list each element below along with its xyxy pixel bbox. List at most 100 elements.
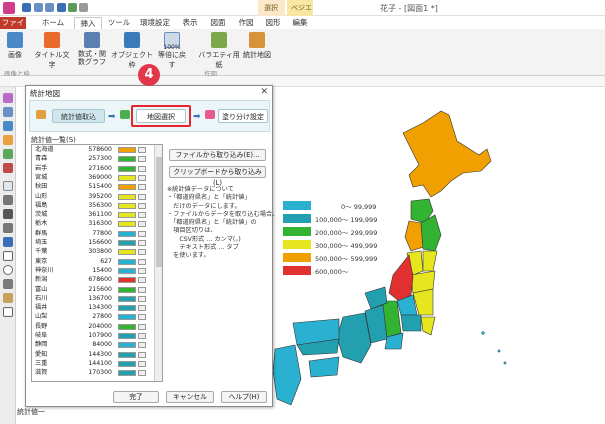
file-import-button[interactable]: ファイルから取り込み(E)... [169, 149, 266, 161]
close-icon[interactable]: ✕ [260, 87, 268, 97]
ok-button[interactable]: 完了 [113, 391, 159, 403]
list-item[interactable]: 福島 356300 [32, 202, 154, 210]
list-item[interactable]: 北海道 578600 [32, 146, 154, 154]
color-picker-button[interactable] [138, 314, 146, 321]
parts-icon[interactable] [3, 135, 13, 145]
list-item[interactable]: 千葉 303800 [32, 248, 154, 256]
color-picker-button[interactable] [138, 221, 146, 228]
list-item[interactable]: 茨城 361100 [32, 211, 154, 219]
tab-shape[interactable]: 図形 [262, 17, 284, 29]
new-icon[interactable] [57, 3, 66, 12]
list-item[interactable]: 富山 215600 [32, 286, 154, 294]
list-item[interactable]: 長野 204000 [32, 323, 154, 331]
statistical-map-button[interactable]: 統計地図 [242, 32, 272, 60]
color-picker-button[interactable] [138, 184, 146, 191]
text-tool-icon[interactable] [3, 209, 13, 219]
eyedropper-icon[interactable] [3, 279, 13, 289]
variety-paper-button[interactable]: バラエティ用紙 [198, 32, 240, 70]
color-picker-button[interactable] [138, 286, 146, 293]
step-import-button[interactable]: 統計値取込 [52, 109, 105, 123]
tab-home[interactable]: ホーム [36, 17, 70, 29]
color-picker-button[interactable] [138, 295, 146, 302]
step-classify-button[interactable]: 塗り分け設定 [218, 109, 268, 123]
title-text-button[interactable]: タイトル文字 [32, 32, 72, 70]
list-scrollbar[interactable] [154, 145, 162, 381]
customize-icon[interactable] [79, 3, 88, 12]
color-picker-button[interactable] [138, 165, 146, 172]
list-item[interactable]: 岐阜 107900 [32, 332, 154, 340]
line-tool-icon[interactable] [3, 237, 13, 247]
color-picker-button[interactable] [138, 277, 146, 284]
pen-tool-icon[interactable] [3, 223, 13, 233]
shape-icon[interactable] [3, 107, 13, 117]
undo-icon[interactable] [34, 3, 43, 12]
formula-graph-button[interactable]: 数式・関数グラフ [76, 32, 108, 66]
color-picker-button[interactable] [138, 212, 146, 219]
clipboard-import-button[interactable]: クリップボードから取り込み(L) [169, 166, 266, 187]
color-picker-button[interactable] [138, 249, 146, 256]
select-tool-icon[interactable] [3, 181, 13, 191]
color-picker-button[interactable] [138, 267, 146, 274]
rect-tool-icon[interactable] [3, 251, 13, 261]
tab-tools[interactable]: ツール [105, 17, 133, 29]
step-select-map-button[interactable]: 地図選択 [136, 109, 186, 123]
color-picker-button[interactable] [138, 333, 146, 339]
tab-draw[interactable]: 作図 [234, 17, 258, 29]
open-icon[interactable] [68, 3, 77, 12]
color-picker-button[interactable] [138, 360, 146, 367]
reset-scale-button[interactable]: 等倍に戻す [156, 32, 188, 70]
list-item[interactable]: 神奈川 15400 [32, 267, 154, 275]
list-item[interactable]: 新潟 678600 [32, 276, 154, 284]
list-item[interactable]: 山梨 27800 [32, 313, 154, 321]
ellipse-tool-icon[interactable] [3, 265, 13, 275]
stats-list[interactable]: 北海道 578600 青森 257300 岩手 271600 宮城 369000 秋田 51540… [31, 144, 163, 382]
save-icon[interactable] [22, 3, 31, 12]
color-picker-button[interactable] [138, 156, 146, 163]
color-picker-button[interactable] [138, 305, 146, 312]
color-picker-button[interactable] [138, 258, 146, 265]
list-item[interactable]: 埼玉 156600 [32, 239, 154, 247]
list-item[interactable]: 山形 395200 [32, 193, 154, 201]
redo-icon[interactable] [45, 3, 54, 12]
color-picker-button[interactable] [138, 323, 146, 330]
color-picker-button[interactable] [138, 370, 146, 377]
color-picker-button[interactable] [138, 202, 146, 209]
cancel-button[interactable]: キャンセル [166, 391, 214, 403]
color-picker-button[interactable] [138, 240, 146, 246]
scrollbar-thumb[interactable] [156, 157, 162, 267]
list-item[interactable]: 宮城 369000 [32, 174, 154, 182]
color-picker-button[interactable] [138, 230, 146, 237]
color-picker-button[interactable] [138, 193, 146, 200]
list-item[interactable]: 愛知 144300 [32, 351, 154, 359]
list-item[interactable]: 岩手 271600 [32, 165, 154, 173]
tab-insert[interactable]: 挿入 [74, 17, 102, 29]
clip-icon[interactable] [3, 121, 13, 131]
list-item[interactable]: 静岡 84000 [32, 341, 154, 349]
list-item[interactable]: 三重 144100 [32, 360, 154, 368]
list-item[interactable]: 青森 257300 [32, 155, 154, 163]
color-picker-button[interactable] [138, 174, 146, 181]
list-item[interactable]: 秋田 515400 [32, 183, 154, 191]
color-picker-button[interactable] [138, 342, 146, 349]
template-icon[interactable] [3, 149, 13, 159]
color-picker-button[interactable] [138, 351, 146, 358]
list-item[interactable]: 滋賀 170300 [32, 369, 154, 377]
tab-drawing[interactable]: 図面 [206, 17, 230, 29]
list-item[interactable]: 群馬 77800 [32, 230, 154, 238]
list-item[interactable]: 石川 136700 [32, 295, 154, 303]
list-item[interactable]: 栃木 316300 [32, 220, 154, 228]
list-item[interactable]: 福井 134300 [32, 304, 154, 312]
effect-icon[interactable] [3, 163, 13, 173]
help-button[interactable]: ヘルプ(H) [221, 391, 267, 403]
list-item[interactable]: 東京 627 [32, 258, 154, 266]
app-icon[interactable] [3, 2, 15, 14]
tab-view[interactable]: 表示 [178, 17, 202, 29]
tab-file[interactable]: ファイル [0, 17, 26, 39]
hand-tool-icon[interactable] [3, 293, 13, 303]
zoom-tool-icon[interactable] [3, 307, 13, 317]
image-button[interactable]: 画像 [4, 32, 26, 60]
color-picker-button[interactable] [138, 147, 146, 153]
star-icon[interactable] [3, 93, 13, 103]
rotate-tool-icon[interactable] [3, 195, 13, 205]
tab-edit[interactable]: 編集 [289, 17, 311, 29]
